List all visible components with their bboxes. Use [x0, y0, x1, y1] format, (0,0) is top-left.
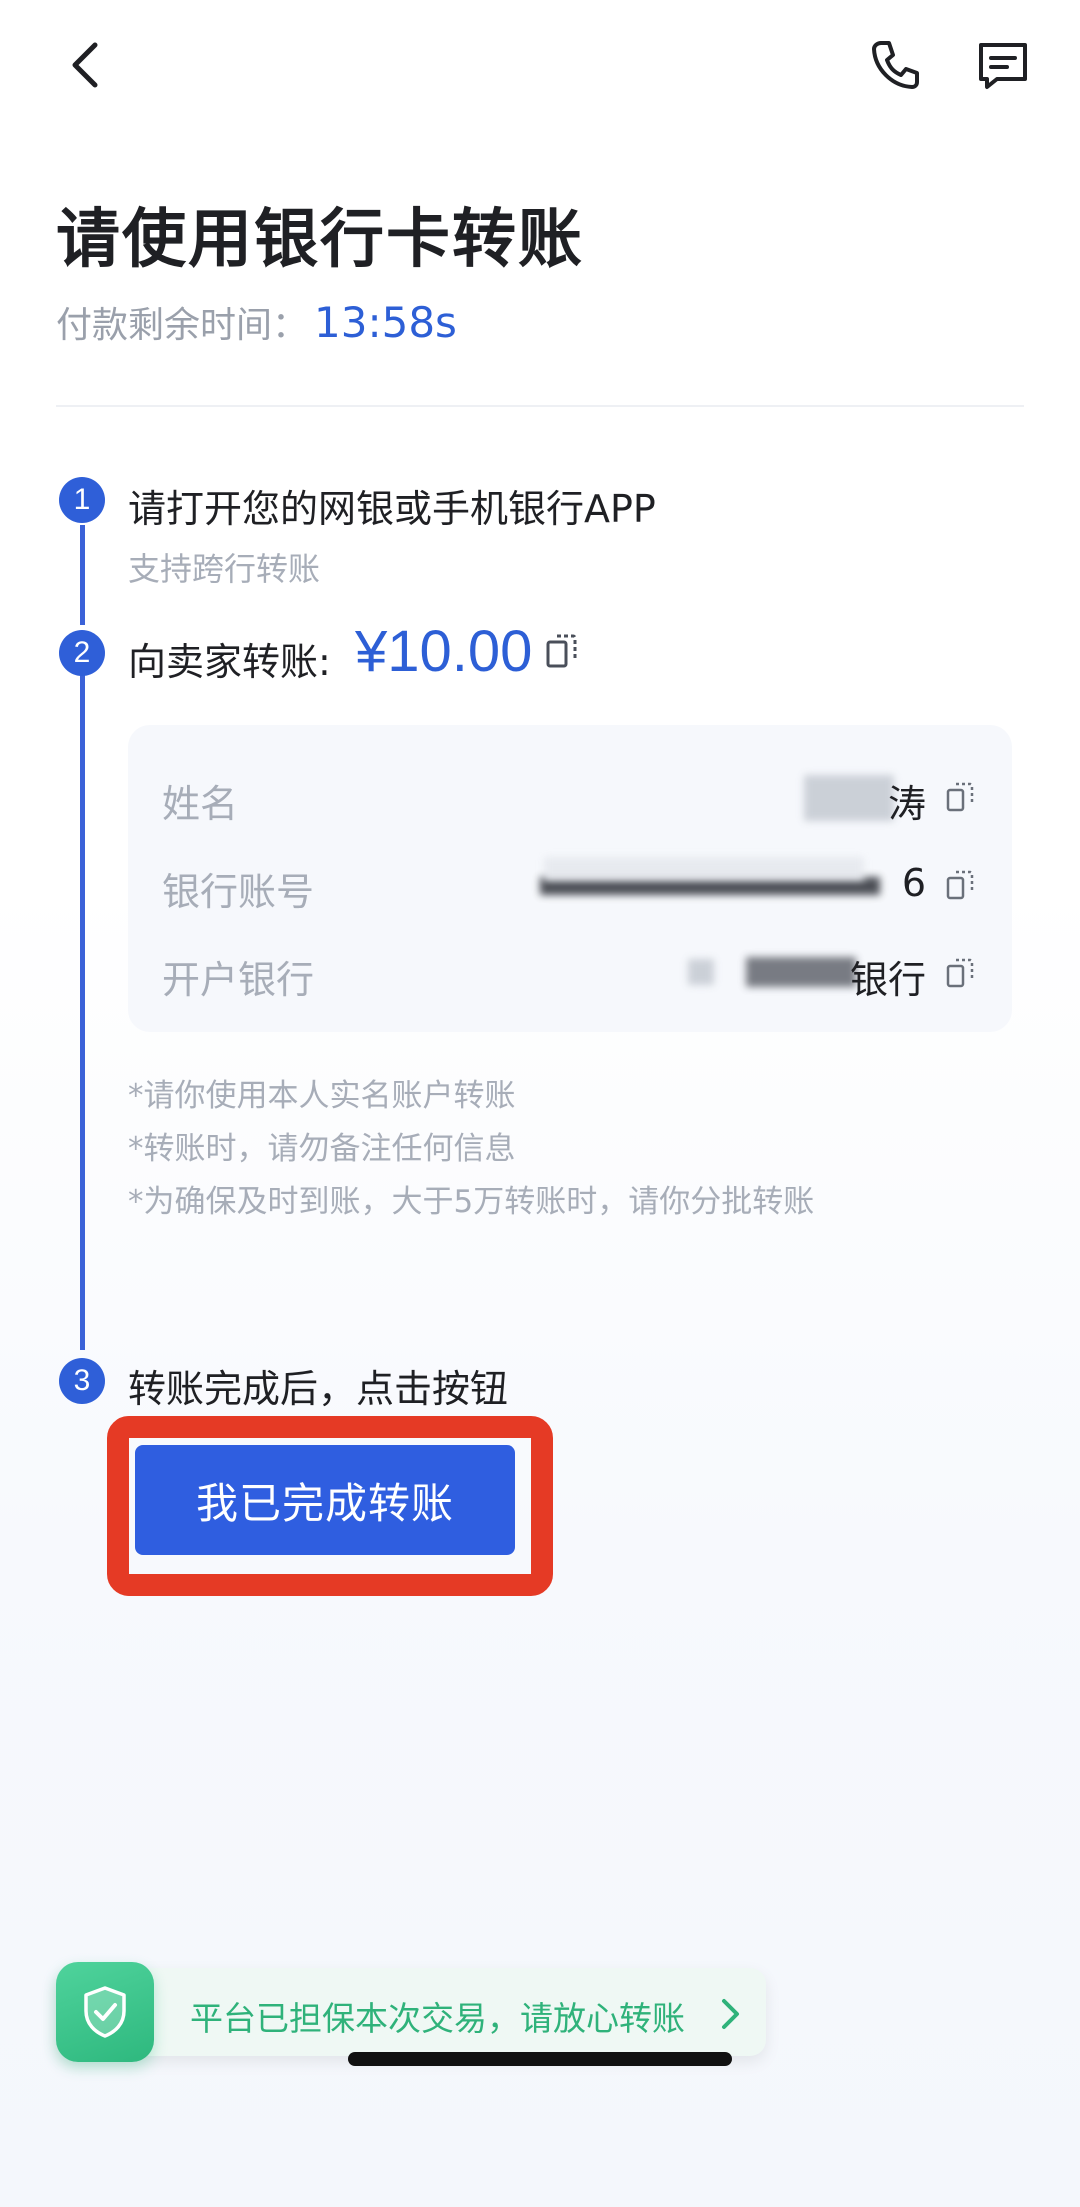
guarantee-text: 平台已担保本次交易，请放心转账	[190, 1999, 685, 2038]
message-button[interactable]	[968, 30, 1038, 100]
redacted-bank	[688, 959, 714, 985]
payee-account-label: 银行账号	[162, 870, 315, 914]
shield-badge	[56, 1962, 154, 2062]
note-no-remark: *转账时，请勿备注任何信息	[128, 1131, 516, 1167]
step-connector	[80, 675, 85, 1350]
payee-bank-value: 银行	[849, 958, 926, 1002]
timer-value: 13:58s	[314, 298, 457, 347]
payee-info-card: 姓名 涛 银行账号 6 开户银行 银行	[128, 725, 1012, 1032]
page-title: 请使用银行卡转账	[56, 203, 584, 277]
message-icon	[979, 43, 1027, 89]
payment-timer: 付款剩余时间： 13:58s	[56, 296, 457, 348]
copy-icon	[946, 870, 974, 900]
copy-icon	[946, 958, 974, 988]
step-1-title: 请打开您的网银或手机银行APP	[128, 487, 656, 531]
step-number-1: 1	[59, 477, 105, 523]
redacted-account	[544, 857, 864, 881]
copy-name-button[interactable]	[946, 781, 974, 817]
step-number-3: 3	[59, 1358, 105, 1404]
home-indicator	[348, 2052, 732, 2066]
note-split-transfer: *为确保及时到账，大于5万转账时，请你分批转账	[128, 1184, 815, 1220]
step-1-subtitle: 支持跨行转账	[128, 550, 321, 588]
payee-account-row: 银行账号 6	[128, 853, 1012, 914]
step-connector	[80, 525, 85, 625]
phone-icon	[872, 41, 919, 89]
copy-amount-button[interactable]	[545, 632, 579, 674]
payee-name-value: 涛	[887, 782, 926, 826]
back-button[interactable]	[50, 30, 120, 100]
chevron-left-icon	[72, 42, 98, 88]
payee-account-value: 6	[901, 861, 926, 905]
payee-bank-row: 开户银行 银行	[128, 941, 1012, 1002]
payee-name-row: 姓名 涛	[128, 765, 1012, 826]
shield-check-icon	[84, 1986, 126, 2038]
step-3-title: 转账完成后，点击按钮	[128, 1367, 509, 1411]
redacted-name	[804, 775, 894, 821]
payee-bank-label: 开户银行	[162, 958, 315, 1002]
copy-account-button[interactable]	[946, 869, 974, 905]
copy-icon	[946, 782, 974, 812]
timer-label: 付款剩余时间：	[56, 305, 309, 346]
transfer-complete-button[interactable]: 我已完成转账	[135, 1445, 515, 1555]
chevron-right-icon[interactable]	[718, 1996, 742, 2036]
divider	[56, 405, 1024, 407]
transfer-amount: ¥10.00	[355, 619, 533, 684]
step-2-title: 向卖家转账:	[128, 640, 331, 684]
call-button[interactable]	[860, 30, 930, 100]
payee-name-label: 姓名	[162, 782, 239, 826]
step-number-2: 2	[59, 630, 105, 676]
note-real-name: *请你使用本人实名账户转账	[128, 1078, 516, 1114]
copy-bank-button[interactable]	[946, 957, 974, 993]
copy-icon	[546, 634, 577, 668]
redacted-bank	[746, 957, 856, 987]
